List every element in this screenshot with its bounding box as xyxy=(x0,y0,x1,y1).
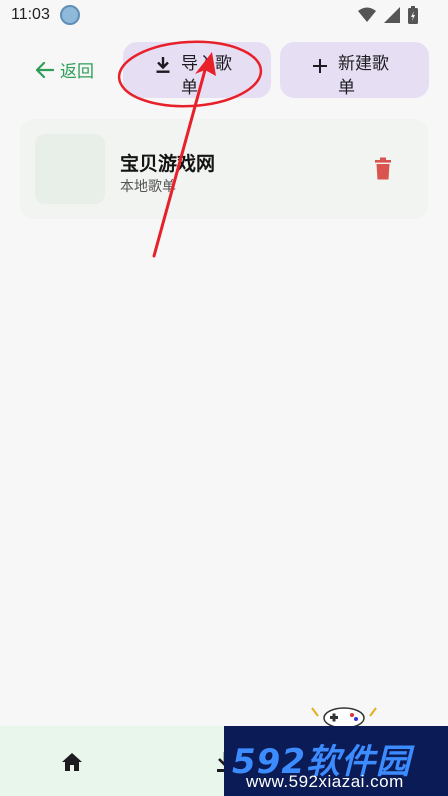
watermark-url: www.592xiazai.com xyxy=(246,772,404,791)
back-button[interactable]: 返回 xyxy=(36,57,94,82)
back-label: 返回 xyxy=(60,62,94,82)
battery-icon xyxy=(408,6,418,24)
playlist-title: 宝贝游戏网 xyxy=(120,153,216,175)
new-playlist-label: 新建歌单 xyxy=(338,54,389,98)
new-playlist-button[interactable]: 新建歌单 xyxy=(280,42,429,98)
status-bar: 11:03 xyxy=(0,0,448,32)
playlist-cover xyxy=(35,134,105,204)
plus-icon xyxy=(313,59,327,73)
app-notification-icon xyxy=(60,5,80,25)
back-arrow-icon xyxy=(36,61,54,78)
import-playlist-button[interactable]: 导入歌单 xyxy=(123,42,271,98)
status-time: 11:03 xyxy=(11,6,50,23)
watermark-logo: 592软件园 www.592xiazai.com xyxy=(224,726,448,796)
status-icons xyxy=(358,6,418,24)
top-bar: 返回 导入歌单 新建歌单 xyxy=(0,40,448,100)
playlist-card[interactable]: 宝贝游戏网 本地歌单 xyxy=(20,119,428,219)
signal-icon xyxy=(384,7,400,23)
playlist-subtitle: 本地歌单 xyxy=(120,179,176,195)
import-playlist-label: 导入歌单 xyxy=(181,54,232,98)
home-icon[interactable] xyxy=(60,750,84,774)
download-icon xyxy=(156,57,170,73)
wifi-icon xyxy=(358,7,376,22)
trash-icon[interactable] xyxy=(372,157,394,181)
